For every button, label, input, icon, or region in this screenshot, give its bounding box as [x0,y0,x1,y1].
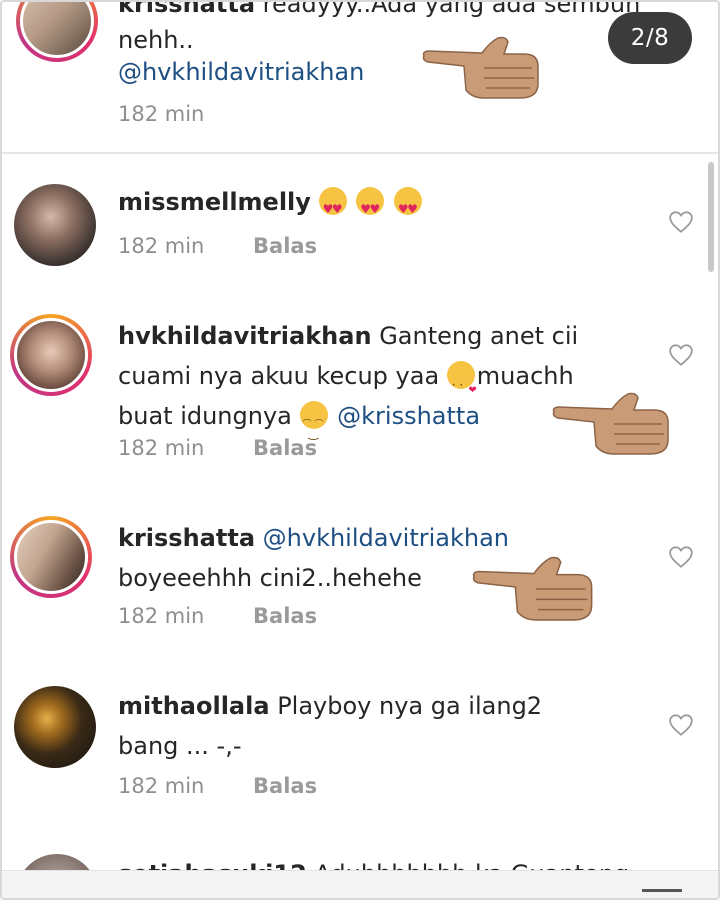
pointing-hand-icon [552,392,669,455]
pointing-hand-icon [422,36,539,99]
comment-time: 182 min [118,774,205,798]
comment-mention[interactable]: @hvkhildavitriakhan [263,524,509,552]
bottom-bar [2,870,718,898]
comment-text: mithaollala Playboy nya ga ilang2 bang .… [118,686,638,766]
reply-button[interactable]: Balas [253,234,317,258]
comment-body-line: nehh.. [118,26,194,54]
comment-time: 182 min [118,436,205,460]
comment-text-clipped: krisshatta readyyy..Ada yang ada sembun [118,0,678,18]
avatar[interactable] [10,516,92,598]
like-heart-icon[interactable] [668,544,694,570]
comment-mithaollala: mithaollala Playboy nya ga ilang2 bang .… [2,664,718,834]
comment-username[interactable]: krisshatta [118,524,255,552]
comment-body-line: cuami nya akuu kecup yaa [118,362,440,390]
comment-krisshatta: krisshatta @hvkhildavitriakhan boyeeehhh… [2,494,718,664]
home-indicator [642,889,682,892]
like-heart-icon[interactable] [668,712,694,738]
avatar[interactable] [16,2,98,62]
comment-meta: 182 min Balas [118,604,317,628]
comment-meta: 182 min Balas [118,234,317,258]
pointing-hand-icon [472,556,593,621]
avatar[interactable] [14,184,96,266]
kissing-emoji-icon [446,361,477,411]
reply-button[interactable]: Balas [253,774,317,798]
comment-body-line: Ganteng anet cii [379,322,579,350]
comment-meta: 182 min Balas [118,774,317,798]
smiling-emoji-icon [299,401,328,453]
heart-eyes-emoji-icon [393,187,422,229]
comment-mention[interactable]: @krisshatta [337,402,480,430]
comment-username[interactable]: mithaollala [118,692,270,720]
comment-body: readyyy..Ada yang ada sembun [262,0,641,18]
slide-counter-badge: 2/8 [608,12,692,64]
comment-hvkhildavitriakhan: hvkhildavitriakhan Ganteng anet cii cuam… [2,294,718,494]
comment-text: missmellmelly [118,182,638,229]
reply-button[interactable]: Balas [253,604,317,628]
comment-body-line: buat idungnya [118,402,292,430]
comment-username[interactable]: krisshatta [118,2,255,18]
like-heart-icon[interactable] [668,342,694,368]
like-heart-icon[interactable] [668,209,694,235]
comment-time: 182 min [118,102,205,126]
scrollbar[interactable] [708,162,714,272]
comment-body-line: Playboy nya ga ilang2 [277,692,543,720]
heart-eyes-emoji-icon [356,187,385,229]
heart-eyes-emoji-icon [318,187,347,229]
comment-username[interactable]: hvkhildavitriakhan [118,322,372,350]
comment-missmellmelly: missmellmelly 182 min Balas [2,154,718,294]
comment-body-line: boyeeehhh cini2..hehehe [118,564,422,592]
avatar[interactable] [10,314,92,396]
comment-mention[interactable]: @hvkhildavitriakhan [118,58,364,86]
comment-meta: 182 min Balas [118,436,317,460]
comment-body-line: bang ... -,- [118,732,242,760]
avatar[interactable] [14,686,96,768]
comment-username[interactable]: missmellmelly [118,188,311,216]
comment-time: 182 min [118,234,205,258]
screenshot-frame: 2/8 krisshatta readyyy..Ada yang ada sem… [0,0,720,900]
reply-button[interactable]: Balas [253,436,317,460]
comment-time: 182 min [118,604,205,628]
